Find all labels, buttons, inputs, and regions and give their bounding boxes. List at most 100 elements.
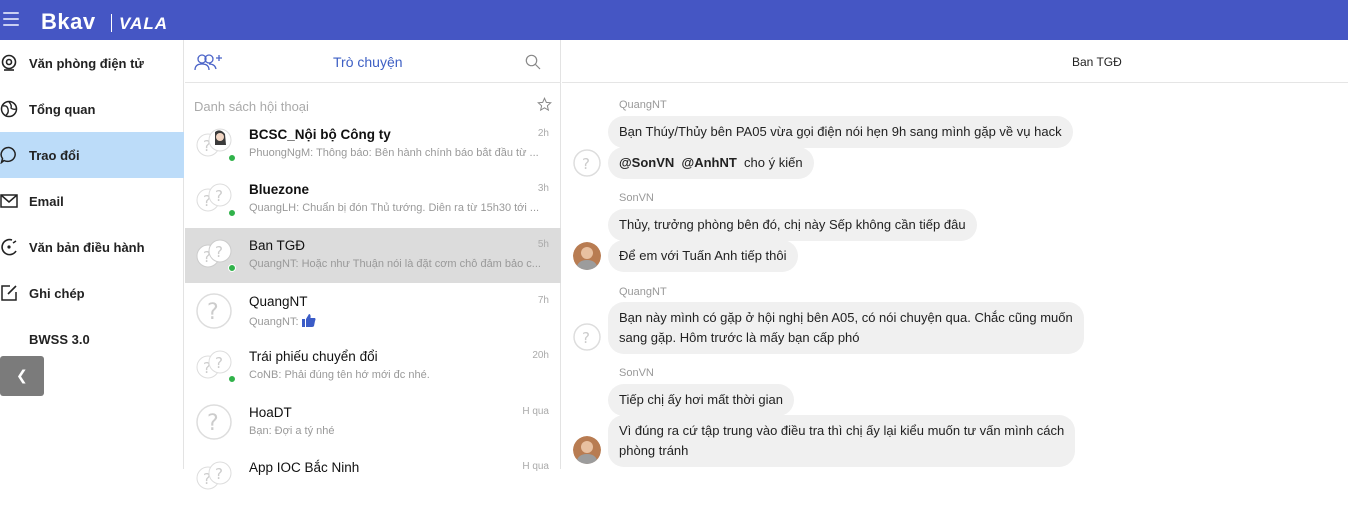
nav-label: BWSS 3.0: [29, 331, 90, 347]
conversation-list-panel: Trò chuyện Danh sách hội thoại ? BCSC_Nộ…: [185, 40, 561, 490]
conversation-name: QuangNT: [249, 294, 308, 309]
conversation-item[interactable]: ? HoaDT Bạn: Đợi a tý nhé H qua: [185, 395, 561, 450]
message-sender: SonVN: [619, 367, 654, 379]
conversation-item[interactable]: ? ? Bluezone QuangLH: Chuẩn bị đón Thủ t…: [185, 172, 561, 227]
conversation-name: App IOC Bắc Ninh: [249, 460, 360, 475]
svg-text:?: ?: [215, 354, 223, 372]
conversation-time: 3h: [537, 183, 549, 194]
nav-label: Tổng quan: [29, 101, 96, 117]
message-bubble[interactable]: Bạn này mình có gặp ở hội nghị bên A05, …: [608, 302, 1084, 354]
chat-header: Ban TGĐ: [562, 40, 1348, 83]
nav-item-van-phong-dien-tu[interactable]: Văn phòng điện tử: [0, 40, 184, 86]
conversation-item[interactable]: ? BCSC_Nội bộ Công ty PhuongNgM: Thông b…: [185, 117, 561, 172]
conversation-time: H qua: [522, 406, 549, 417]
conversation-time: 20h: [532, 350, 549, 361]
message-bubble[interactable]: Bạn Thúy/Thủy bên PA05 vừa gọi điện nói …: [608, 116, 1073, 148]
nav-label: Văn bản điều hành: [29, 239, 145, 255]
message-sender: QuangNT: [619, 286, 667, 298]
user-avatar: ?: [573, 323, 601, 351]
collapse-sidebar-button[interactable]: ❮: [0, 356, 44, 396]
user-avatar: ?: [196, 293, 232, 329]
logo-divider: [111, 14, 112, 32]
conversation-time: H qua: [522, 461, 549, 472]
nav-label: Ghi chép: [29, 285, 85, 301]
online-indicator: [228, 154, 236, 162]
conversation-preview: QuangNT:: [249, 314, 545, 328]
svg-text:?: ?: [582, 329, 590, 347]
group-avatar: ? ?: [196, 461, 232, 490]
conversation-preview: PhuongNgM: Thông báo: Bên hành chính báo…: [249, 147, 539, 159]
conversation-name: BCSC_Nội bộ Công ty: [249, 127, 391, 142]
nav-item-van-ban-dieu-hanh[interactable]: Văn bản điều hành: [0, 224, 184, 270]
star-icon[interactable]: [537, 97, 552, 112]
user-photo-avatar: [573, 242, 601, 270]
chat-title: Ban TGĐ: [1072, 55, 1122, 69]
globe-icon: [0, 100, 18, 118]
message-sender: QuangNT: [619, 99, 667, 111]
svg-text:?: ?: [215, 465, 223, 483]
user-photo-avatar: [573, 436, 601, 464]
mention[interactable]: @SonVN: [619, 155, 674, 170]
message-text: cho ý kiến: [744, 155, 803, 170]
conversation-preview: QuangLH: Chuẩn bị đón Thủ tướng. Diễn ra…: [249, 202, 540, 214]
hamburger-menu-icon[interactable]: [3, 12, 19, 26]
message-line: Vì đúng ra cứ tập trung vào điều tra thì…: [619, 423, 1065, 438]
conversation-name: HoaDT: [249, 405, 292, 420]
search-icon[interactable]: [525, 54, 541, 70]
message-line: Bạn này mình có gặp ở hội nghị bên A05, …: [619, 310, 1073, 325]
conversation-time: 7h: [537, 295, 549, 306]
conversation-preview: CoNB: Phải đúng tên hớ mới đc nhé.: [249, 369, 430, 381]
message-bubble[interactable]: Để em với Tuấn Anh tiếp thôi: [608, 240, 798, 272]
message-bubble[interactable]: @SonVN @AnhNT cho ý kiến: [608, 147, 814, 179]
user-avatar: ?: [196, 404, 232, 440]
user-avatar: ?: [573, 149, 601, 177]
conversation-list-caption: Danh sách hội thoại: [194, 99, 309, 114]
online-indicator: [228, 264, 236, 272]
conversation-time: 5h: [537, 239, 549, 250]
document-moon-icon: [1, 238, 17, 256]
nav-item-trao-doi[interactable]: Trao đổi: [0, 132, 184, 178]
conversation-list-header: Trò chuyện: [185, 40, 561, 83]
message-bubble[interactable]: Thủy, trưởng phòng bên đó, chị này Sếp k…: [608, 209, 977, 241]
conversation-item[interactable]: ? QuangNT QuangNT: 7h: [185, 284, 561, 339]
edit-note-icon: [1, 285, 17, 301]
nav-item-ghi-chep[interactable]: Ghi chép: [0, 270, 184, 316]
bkav-logo[interactable]: Bkav: [41, 9, 96, 35]
conversation-item[interactable]: ? ? App IOC Bắc Ninh H qua: [185, 450, 561, 505]
conversation-name: Bluezone: [249, 182, 310, 197]
nav-item-email[interactable]: Email: [0, 178, 184, 224]
nav-label: Email: [29, 193, 64, 209]
conversation-preview: Bạn: Đợi a tý nhé: [249, 425, 335, 437]
webcam-icon: [1, 54, 17, 71]
vala-logo[interactable]: VALA: [119, 14, 168, 34]
chevron-left-icon: ❮: [16, 367, 28, 383]
message-bubble[interactable]: Vì đúng ra cứ tập trung vào điều tra thì…: [608, 415, 1076, 467]
online-indicator: [228, 375, 236, 383]
nav-label: Trao đổi: [29, 147, 80, 163]
message-bubble[interactable]: Tiếp chị ấy hơi mất thời gian: [608, 384, 794, 416]
conversation-list-title: Trò chuyện: [333, 54, 403, 70]
message-line: phòng tránh: [619, 443, 689, 458]
message-line: sang gặp. Hôm trước là mấy bạn cấp phó: [619, 330, 860, 345]
conversation-item-selected[interactable]: ? ? Ban TGĐ QuangNT: Hoặc như Thuận nói …: [185, 228, 561, 283]
svg-text:?: ?: [582, 155, 590, 173]
chat-panel: Ban TGĐ QuangNT Bạn Thúy/Thủy bên PA05 v…: [562, 40, 1348, 469]
online-indicator: [228, 209, 236, 217]
thumbs-up-icon: [301, 314, 316, 327]
message-sender: SonVN: [619, 192, 654, 204]
svg-text:?: ?: [215, 243, 223, 261]
conversation-item[interactable]: ? ? Trái phiếu chuyển đổi CoNB: Phải đún…: [185, 339, 561, 394]
nav-label: Văn phòng điện tử: [29, 55, 144, 71]
svg-text:?: ?: [207, 300, 219, 325]
chat-bubble-icon: [0, 146, 16, 164]
add-group-icon[interactable]: [194, 53, 224, 71]
conversation-preview: QuangNT: Hoặc như Thuận nói là đặt cơm c…: [249, 258, 541, 270]
conversation-time: 2h: [537, 128, 549, 139]
mention[interactable]: @AnhNT: [682, 155, 737, 170]
mail-icon: [0, 194, 18, 208]
svg-text:?: ?: [215, 187, 223, 205]
conversation-name: Trái phiếu chuyển đổi: [249, 349, 378, 364]
top-bar: Bkav VALA: [0, 0, 1348, 40]
nav-item-tong-quan[interactable]: Tổng quan: [0, 86, 184, 132]
conversation-name: Ban TGĐ: [249, 238, 306, 253]
